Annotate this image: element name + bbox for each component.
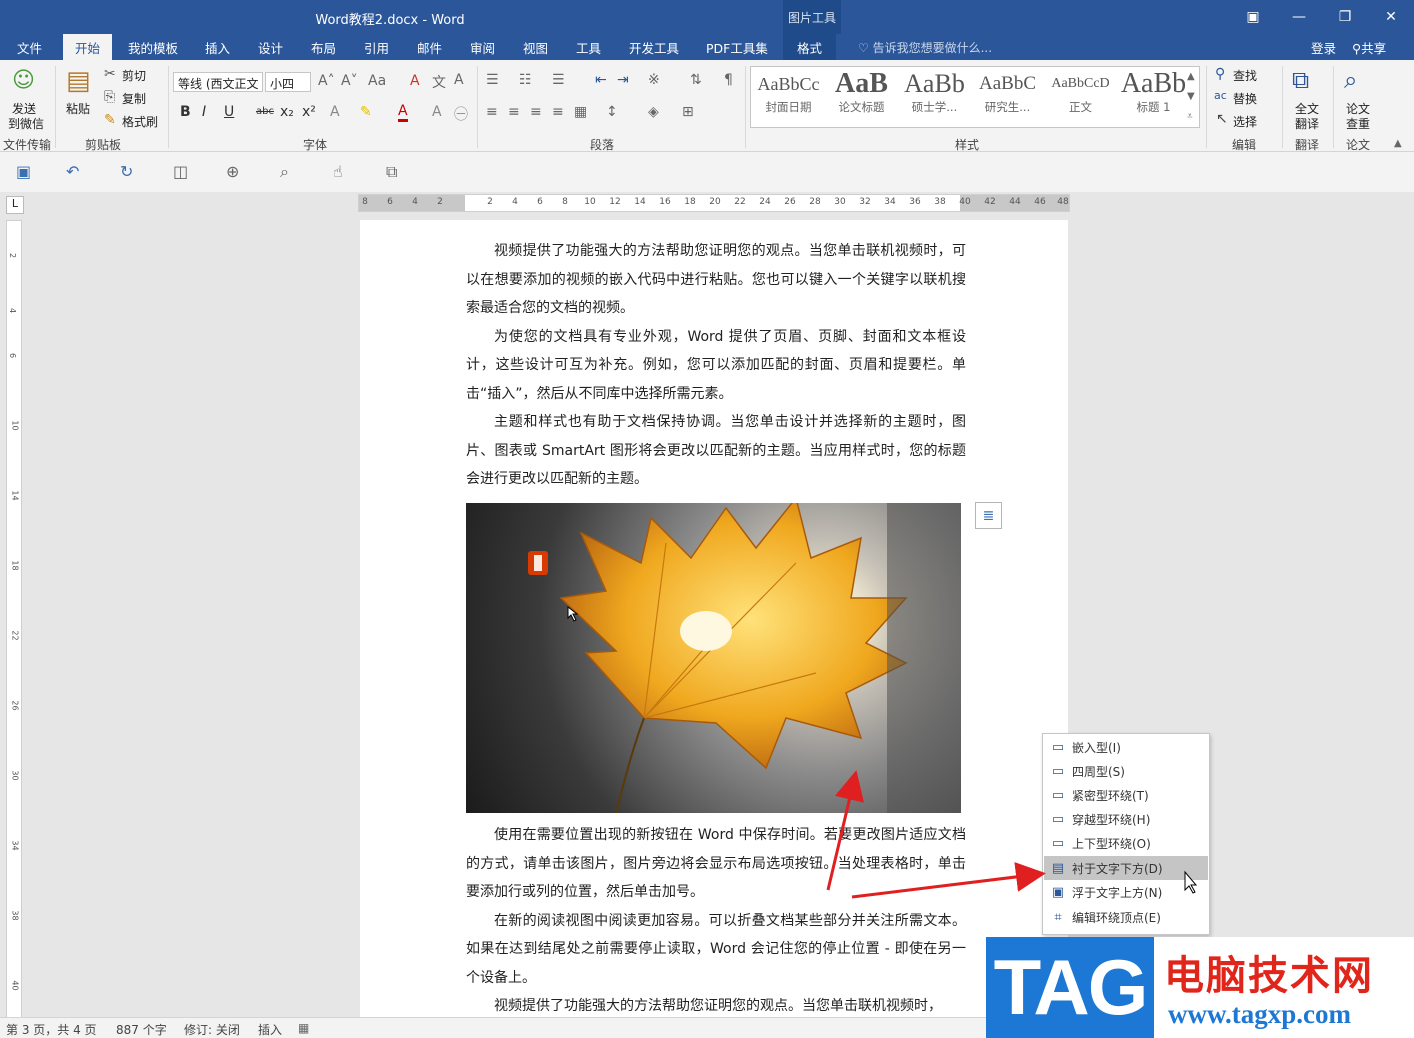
arrow-to-picture bbox=[826, 770, 865, 891]
watermark-url: www.tagxp.com bbox=[1168, 999, 1351, 1029]
word-count[interactable]: 887 个字 bbox=[116, 1021, 167, 1038]
site-watermark: TAG 电脑技术网 www.tagxp.com bbox=[986, 937, 1414, 1038]
watermark-logo: TAG bbox=[986, 937, 1154, 1038]
mouse-cursor-icon bbox=[1184, 870, 1198, 894]
watermark-site-name: 电脑技术网 bbox=[1164, 953, 1374, 999]
page-indicator[interactable]: 第 3 页，共 4 页 bbox=[6, 1021, 97, 1038]
macro-icon[interactable]: ▦ bbox=[298, 1021, 309, 1035]
track-changes-status[interactable]: 修订: 关闭 bbox=[184, 1021, 240, 1038]
arrow-to-menu-item bbox=[851, 862, 1046, 899]
insert-mode[interactable]: 插入 bbox=[258, 1021, 282, 1038]
hand-cursor-icon bbox=[567, 605, 579, 622]
annotation-arrows bbox=[567, 605, 1198, 899]
